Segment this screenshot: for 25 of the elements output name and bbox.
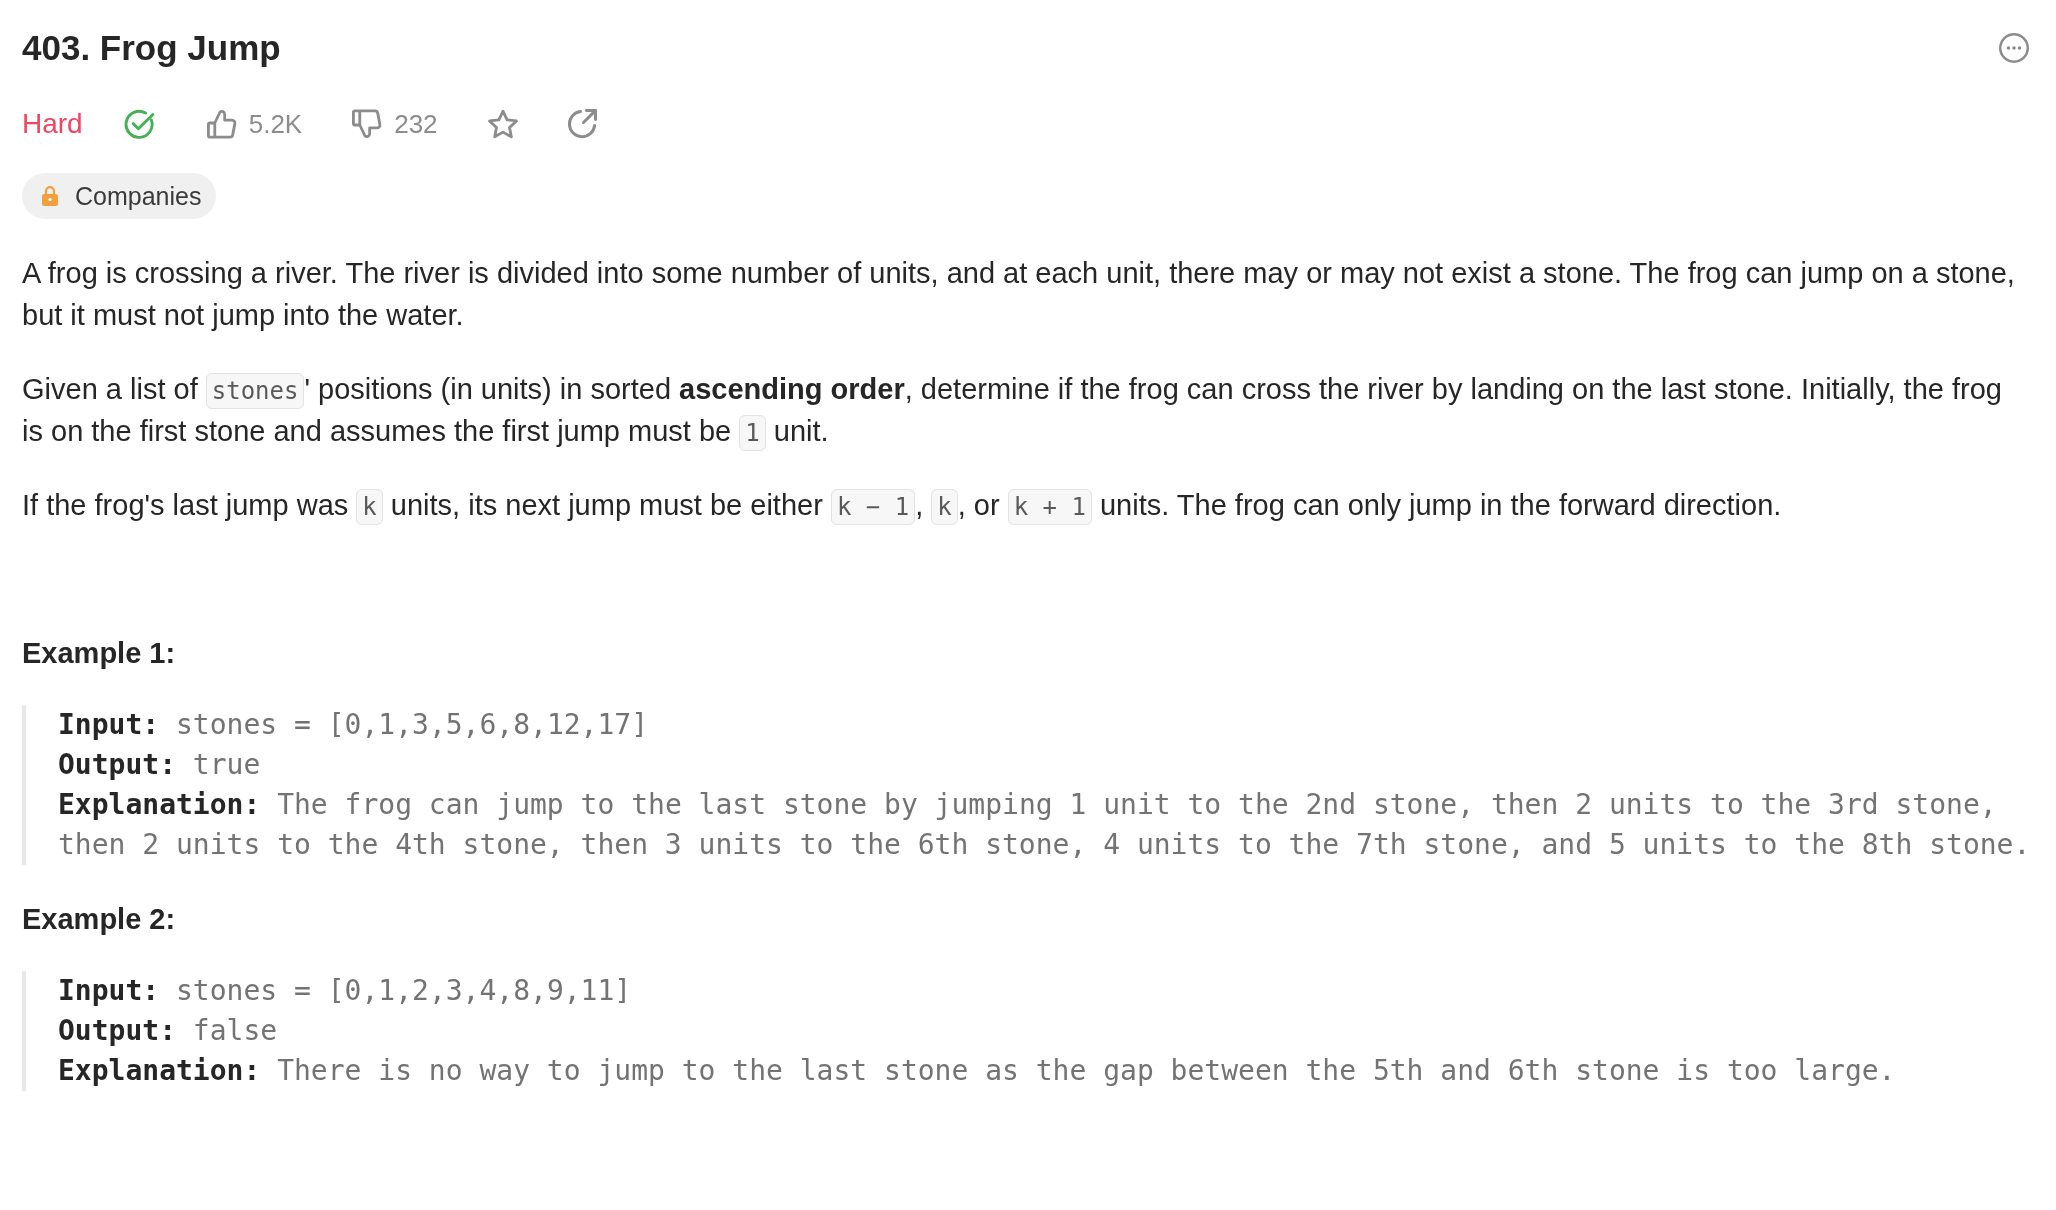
example-line: Output: true — [58, 747, 262, 783]
description-paragraph: A frog is crossing a river. The river is divided into some number of units, and at each unit, there may or may not exist a stone. The frog can jump on a stone, but it must not jump into the water. — [22, 256, 2016, 333]
thumbs-up-icon — [206, 109, 237, 139]
star-icon — [487, 109, 518, 139]
share-icon — [566, 109, 597, 139]
difficulty-label: Hard — [22, 107, 83, 141]
example-heading: Example 1: — [22, 636, 177, 671]
share-button[interactable] — [566, 109, 597, 139]
problem-title: 403. Frog Jump — [22, 27, 281, 69]
lock-icon — [42, 186, 58, 206]
description-paragraph: If the frog's last jump was k units, its next jump must be either k − 1 , k , or k + 1 units. The frog can only jump in the forward direction. — [22, 484, 2024, 526]
like-button[interactable]: 5.2K — [206, 108, 303, 140]
companies-tag[interactable]: Companies — [22, 173, 217, 219]
example-line: Explanation: The frog can jump to the last stone by jumping 1 unit to the 2nd stone, then 2 units to the 3rd stone, then 2 units to the 4th stone, then 3 units to the 6th stone, 4 units to the 7th stone, and 5 units to the 8th stone. — [58, 787, 2032, 863]
dislike-button[interactable]: 232 — [352, 108, 438, 140]
more-icon — [1999, 33, 2029, 63]
example-line: Input: stones = [0,1,3,5,6,8,12,17] — [58, 707, 650, 743]
example-line: Output: false — [58, 1013, 279, 1049]
example-line: Input: stones = [0,1,2,3,4,8,9,11] — [58, 973, 633, 1009]
thumbs-down-icon — [352, 109, 383, 139]
example-heading: Example 2: — [22, 902, 177, 937]
more-button[interactable] — [1999, 33, 2029, 63]
example-line: Explanation: There is no way to jump to the last stone as the gap between the 5th and 6th stone is too large. — [58, 1053, 1897, 1089]
favorite-button[interactable] — [487, 109, 518, 139]
description-paragraph: Given a list of stones ' positions (in units) in sorted ascending order, determine if the frog can cross the river by landing on the last stone. Initially, the frog is on the first stone and assumes the first jump must be 1 unit. — [22, 368, 2024, 452]
